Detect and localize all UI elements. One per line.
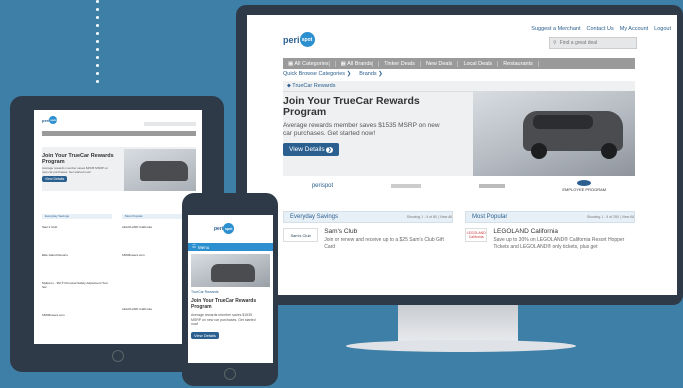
list-item[interactable]: 1800flowers.com [42, 313, 112, 317]
deal-item[interactable]: LEGOLAND California LEGOLAND California … [465, 228, 635, 250]
nav-all-brands[interactable]: ▦ All Brands [336, 60, 380, 67]
view-details-button[interactable]: View Details [191, 332, 219, 339]
everyday-savings-section: Everyday Savings Showing 1 - 9 of 80 | V… [283, 211, 453, 250]
partner-logo-2 [390, 184, 421, 188]
deal-title: Sam's Club [324, 228, 358, 235]
partner-perispot-logo: perispot [311, 183, 334, 189]
menu-icon: ☰ [192, 244, 197, 249]
most-popular-section: Most Popular Showing 1 - 9 of 250 | View… [465, 211, 635, 250]
search-placeholder: Find a great deal [559, 40, 598, 46]
view-details-button[interactable]: View Details [42, 176, 68, 182]
monitor-stand-base [346, 340, 576, 352]
everyday-savings-count[interactable]: Showing 1 - 9 of 80 | View All [407, 215, 452, 219]
decorative-dotted-line [96, 0, 100, 92]
deal-title: LEGOLAND California [493, 228, 559, 235]
breadcrumb[interactable]: ⬥ TrueCar Rewards [287, 83, 336, 90]
main-nav: ▦ All Categories ▦ All Brands Tinker Dea… [283, 58, 635, 69]
hero-text: Average rewards member saves $1535 MSRP … [283, 122, 440, 137]
contact-us-link[interactable]: Contact Us [587, 26, 614, 32]
desktop-screen: peri spot Suggest a Merchant Contact Us … [247, 15, 677, 295]
site-logo[interactable]: peri spot [42, 116, 58, 124]
sub-nav: Quick Browse Categories ❯ Brands ❯ [283, 71, 383, 77]
search-icon: ⚲ [553, 40, 557, 46]
breadcrumb[interactable]: TrueCar Rewards [42, 140, 196, 154]
tag-icon: ⬥ [287, 83, 291, 89]
hero-title: Join Your TrueCar Rewards Program [191, 298, 257, 310]
section-title: Everyday Savings [42, 214, 112, 219]
sams-club-logo: Sam's Club [283, 228, 319, 242]
view-details-button[interactable]: View Details ❯ [283, 143, 339, 156]
nav-new-deals[interactable]: New Deals [421, 60, 459, 67]
hero-text: Average rewards member saves $1535 MSRP … [42, 166, 108, 174]
suggest-merchant-link[interactable]: Suggest a Merchant [531, 26, 580, 32]
hero-text: Average rewards member saves $1535 MSRP … [191, 313, 256, 326]
everyday-savings-section: Everyday Savings Sam's Club Elite Island… [42, 214, 112, 317]
site-logo[interactable]: peri spot [214, 223, 235, 234]
chevron-right-icon: ❯ [326, 147, 333, 153]
most-popular-title: Most Popular [472, 214, 508, 220]
search-box[interactable]: ⚲ Find a great deal [549, 37, 637, 49]
search-box[interactable] [144, 122, 196, 126]
hero-banner: ⬥ TrueCar Rewards Join Your TrueCar Rewa… [283, 81, 635, 176]
breadcrumb[interactable]: TrueCar Rewards [191, 290, 219, 294]
nav-tinker-deals[interactable]: Tinker Deals [379, 60, 421, 67]
hero-banner: Join Your TrueCar Rewards Program Averag… [42, 147, 196, 191]
deal-text: Join or renew and receive up to a $25 Sa… [324, 237, 444, 250]
list-item[interactable]: MyEvron - 3M ® Personal Safety Adjustmen… [42, 281, 112, 289]
partner-employee-program-logo: EMPLOYEE PROGRAM [562, 180, 606, 192]
tablet-screen: peri spot TrueCar Rewards Join Your True… [34, 110, 202, 344]
partner-logo-3 [478, 184, 505, 188]
nav-all-categories[interactable]: ▦ All Categories [283, 60, 336, 67]
nav-local-deals[interactable]: Local Deals [458, 60, 499, 67]
nav-restaurants[interactable]: Restaurants [498, 60, 539, 67]
main-nav [42, 131, 196, 136]
car-image [473, 91, 635, 176]
legoland-logo: LEGOLAND California [465, 228, 488, 242]
most-popular-count[interactable]: Showing 1 - 9 of 250 | View All [587, 215, 634, 219]
partner-strip: perispot EMPLOYEE PROGRAM [283, 178, 635, 194]
logo-spot: spot [299, 32, 315, 47]
car-image [191, 254, 270, 287]
car-image [124, 149, 196, 191]
phone-home-button [224, 368, 236, 380]
monitor-stand-neck [398, 305, 518, 343]
logout-link[interactable]: Logout [654, 26, 671, 32]
everyday-savings-title: Everyday Savings [290, 214, 339, 220]
brands-link[interactable]: Brands ❯ [359, 71, 383, 77]
top-links: Suggest a Merchant Contact Us My Account… [531, 26, 671, 32]
deal-item[interactable]: Sam's Club Sam's Club Join or renew and … [283, 228, 453, 250]
menu-label: Menu [198, 244, 210, 250]
phone-screen: peri spot ☰ Menu TrueCar Rewards Join Yo… [188, 215, 273, 363]
my-account-link[interactable]: My Account [620, 26, 648, 32]
hero-title: Join Your TrueCar Rewards Program [42, 153, 114, 165]
hero-title: Join Your TrueCar Rewards Program [283, 95, 420, 118]
site-logo[interactable]: peri spot [283, 32, 315, 47]
list-item[interactable]: Sam's Club [42, 225, 112, 229]
list-item[interactable]: Elite Island Resorts [42, 253, 112, 257]
menu-bar[interactable]: ☰ Menu [188, 243, 273, 251]
logo-text: peri [283, 34, 300, 45]
deal-text: Save up to 30% on LEGOLAND® California R… [493, 237, 625, 250]
quick-browse-link[interactable]: Quick Browse Categories ❯ [283, 71, 351, 77]
tablet-home-button [112, 350, 124, 362]
